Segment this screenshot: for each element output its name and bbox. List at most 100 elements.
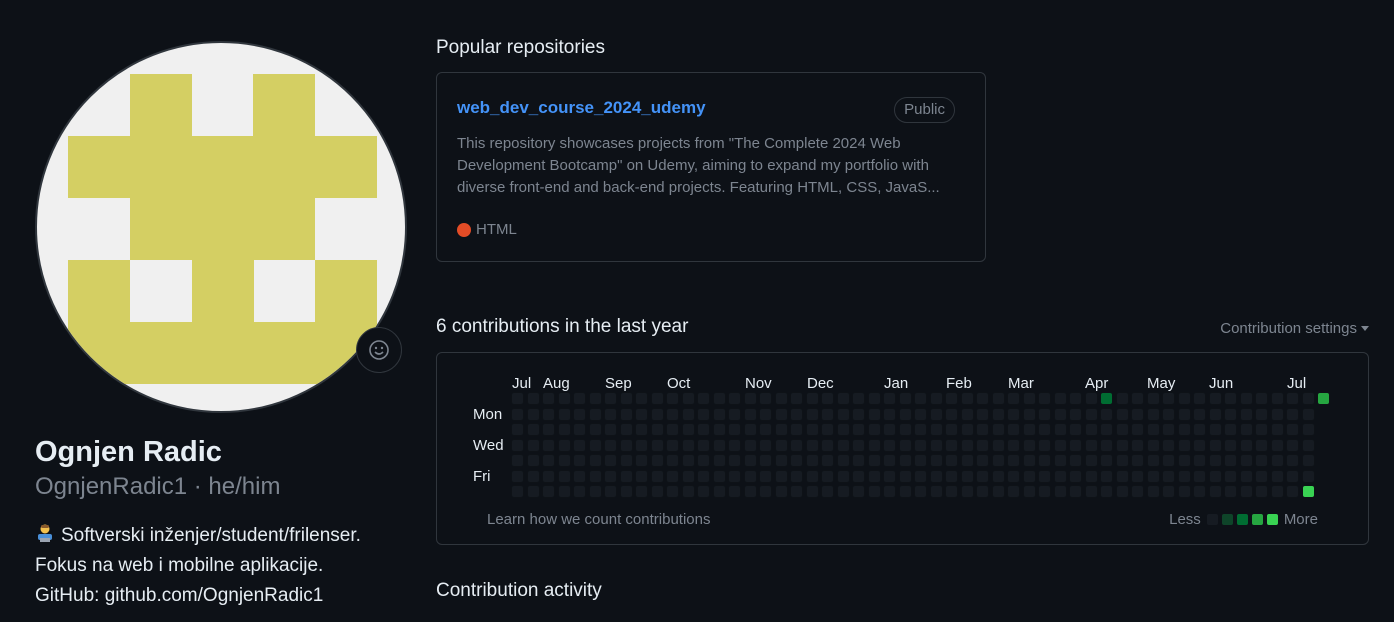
contribution-day[interactable] [960, 469, 974, 483]
contribution-day[interactable] [1131, 392, 1144, 405]
contribution-day[interactable] [1146, 485, 1160, 498]
contribution-day[interactable] [743, 423, 757, 436]
contribution-day[interactable] [697, 407, 710, 421]
contribution-day[interactable] [991, 438, 1005, 452]
contribution-day[interactable] [991, 407, 1005, 421]
contribution-day[interactable] [666, 423, 679, 436]
contribution-day[interactable] [557, 407, 571, 421]
contribution-day[interactable] [1239, 423, 1253, 436]
contribution-day[interactable] [542, 407, 555, 421]
contribution-day[interactable] [883, 407, 896, 421]
contribution-day[interactable] [1053, 469, 1067, 483]
contribution-day[interactable] [1115, 454, 1129, 467]
contribution-day[interactable] [573, 407, 586, 421]
contribution-day[interactable] [1100, 485, 1113, 498]
contribution-day[interactable] [867, 423, 881, 436]
contribution-day[interactable] [867, 469, 881, 483]
contribution-day[interactable] [852, 485, 865, 498]
contribution-day[interactable] [821, 485, 834, 498]
contribution-day[interactable] [1022, 469, 1036, 483]
contribution-day[interactable] [1301, 438, 1315, 452]
contribution-day[interactable] [542, 392, 555, 405]
contribution-day[interactable] [619, 392, 633, 405]
contribution-day[interactable] [666, 485, 679, 498]
contribution-day[interactable] [867, 392, 881, 405]
contribution-day[interactable] [1162, 485, 1175, 498]
contribution-day[interactable] [914, 392, 927, 405]
contribution-day[interactable] [1007, 407, 1020, 421]
contribution-day[interactable] [588, 485, 602, 498]
contribution-day[interactable] [1224, 438, 1237, 452]
contribution-day[interactable] [1239, 438, 1253, 452]
contribution-day[interactable] [774, 454, 788, 467]
contribution-day[interactable] [1084, 469, 1098, 483]
contribution-day[interactable] [1146, 407, 1160, 421]
contribution-day[interactable] [1255, 438, 1268, 452]
contribution-day[interactable] [1146, 392, 1160, 405]
contribution-day[interactable] [604, 392, 617, 405]
contribution-day[interactable] [1100, 454, 1113, 467]
contribution-day[interactable] [805, 438, 819, 452]
contribution-day[interactable] [557, 469, 571, 483]
contribution-day[interactable] [1208, 438, 1222, 452]
contribution-day[interactable] [650, 469, 664, 483]
avatar[interactable] [35, 41, 407, 413]
contribution-day[interactable] [976, 407, 989, 421]
contribution-day[interactable] [1038, 407, 1051, 421]
contribution-day[interactable] [728, 454, 741, 467]
contribution-day[interactable] [526, 407, 540, 421]
contribution-day[interactable] [898, 438, 912, 452]
contribution-day[interactable] [1115, 423, 1129, 436]
learn-contributions-link[interactable]: Learn how we count contributions [487, 511, 710, 528]
contribution-day[interactable] [1208, 454, 1222, 467]
contribution-day[interactable] [1224, 485, 1237, 498]
contribution-day[interactable] [1239, 392, 1253, 405]
contribution-day[interactable] [1131, 407, 1144, 421]
contribution-day[interactable] [836, 423, 850, 436]
contribution-day[interactable] [650, 454, 664, 467]
contribution-day[interactable] [883, 438, 896, 452]
contribution-day[interactable] [573, 438, 586, 452]
contribution-day[interactable] [852, 469, 865, 483]
contribution-day[interactable] [1084, 454, 1098, 467]
contribution-day[interactable] [1301, 485, 1315, 498]
contribution-day[interactable] [619, 454, 633, 467]
contribution-day[interactable] [1069, 454, 1082, 467]
contribution-day[interactable] [898, 454, 912, 467]
contribution-day[interactable] [976, 485, 989, 498]
contribution-day[interactable] [821, 438, 834, 452]
contribution-day[interactable] [1162, 438, 1175, 452]
contribution-day[interactable] [697, 454, 710, 467]
contribution-day[interactable] [945, 469, 958, 483]
contribution-day[interactable] [557, 485, 571, 498]
contribution-day[interactable] [1224, 392, 1237, 405]
contribution-day[interactable] [573, 485, 586, 498]
contribution-day[interactable] [1301, 454, 1315, 467]
contribution-day[interactable] [619, 438, 633, 452]
contribution-day[interactable] [914, 438, 927, 452]
contribution-day[interactable] [945, 423, 958, 436]
bio-line[interactable]: GitHub: github.com/OgnjenRadic1 [35, 581, 407, 611]
contribution-day[interactable] [666, 392, 679, 405]
contribution-day[interactable] [1208, 469, 1222, 483]
contribution-day[interactable] [1131, 438, 1144, 452]
contribution-day[interactable] [883, 392, 896, 405]
contribution-day[interactable] [712, 407, 726, 421]
contribution-day[interactable] [960, 454, 974, 467]
contribution-day[interactable] [929, 423, 943, 436]
contribution-day[interactable] [1255, 392, 1268, 405]
contribution-day[interactable] [1224, 423, 1237, 436]
contribution-day[interactable] [1069, 423, 1082, 436]
contribution-day[interactable] [557, 392, 571, 405]
contribution-day[interactable] [1038, 392, 1051, 405]
contribution-day[interactable] [774, 392, 788, 405]
contribution-day[interactable] [743, 407, 757, 421]
contribution-day[interactable] [945, 407, 958, 421]
contribution-day[interactable] [697, 469, 710, 483]
contribution-day[interactable] [1224, 454, 1237, 467]
contribution-settings-dropdown[interactable]: Contribution settings [1220, 320, 1369, 337]
contribution-day[interactable] [681, 469, 695, 483]
contribution-day[interactable] [960, 485, 974, 498]
contribution-day[interactable] [1022, 485, 1036, 498]
contribution-day[interactable] [821, 423, 834, 436]
